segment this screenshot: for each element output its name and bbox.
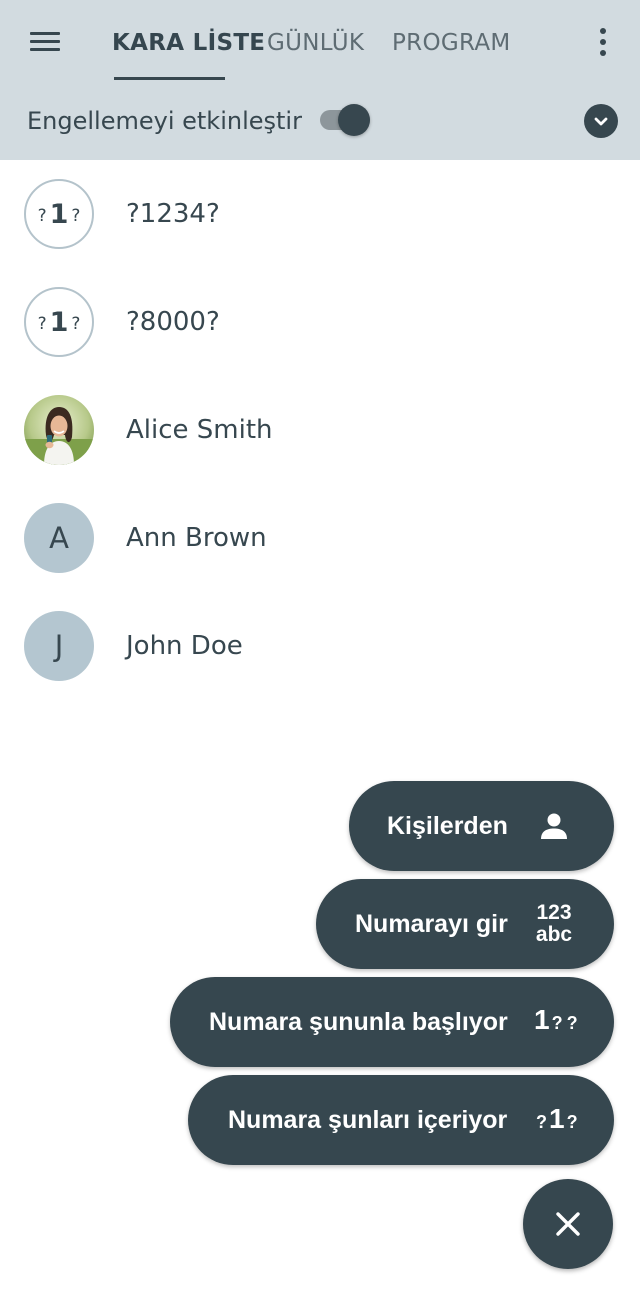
person-icon — [539, 811, 569, 845]
blocking-toggle[interactable] — [318, 102, 374, 138]
starts-with-icon: 1?? — [534, 1004, 578, 1035]
list-item[interactable]: ? 1? ?1234? — [0, 160, 640, 268]
contact-photo-avatar — [24, 395, 94, 465]
chevron-down-icon[interactable] — [584, 104, 618, 138]
close-fab-button[interactable] — [523, 1179, 613, 1269]
keypad-text-icon: 123 abc — [534, 902, 574, 946]
number-starts-with-button[interactable]: Numara şununla başlıyor 1?? — [170, 977, 614, 1067]
tab-schedule[interactable]: PROGRAM — [392, 28, 511, 62]
entry-name: John Doe — [126, 631, 243, 661]
tab-log[interactable]: GÜNLÜK — [267, 28, 364, 62]
entry-name: ?8000? — [126, 307, 220, 337]
letter-avatar: J — [24, 611, 94, 681]
contains-pattern-icon: ? 1? — [37, 306, 81, 338]
list-item[interactable]: Alice Smith — [0, 376, 640, 484]
list-item[interactable]: J John Doe — [0, 592, 640, 700]
enter-number-button[interactable]: Numarayı gir 123 abc — [316, 879, 614, 969]
keypad-icon-bottom-text: abc — [535, 923, 573, 946]
list-item[interactable]: A Ann Brown — [0, 484, 640, 592]
number-pattern-avatar: ? 1? — [24, 287, 94, 357]
blocking-toggle-label: Engellemeyi etkinleştir — [27, 107, 302, 135]
entry-name: Ann Brown — [126, 523, 267, 553]
entry-name: ?1234? — [126, 199, 220, 229]
add-from-contacts-button[interactable]: Kişilerden — [349, 781, 614, 871]
menu-icon[interactable] — [24, 26, 66, 58]
number-contains-button[interactable]: Numara şunları içeriyor ? 1? — [188, 1075, 614, 1165]
fab-item-label: Numara şununla başlıyor — [209, 1008, 508, 1036]
contains-pattern-icon: ? 1? — [37, 198, 81, 230]
fab-item-label: Kişilerden — [387, 812, 508, 840]
keypad-icon-top-text: 123 — [536, 901, 572, 924]
close-icon — [556, 1212, 580, 1236]
fab-item-label: Numara şunları içeriyor — [228, 1106, 508, 1134]
fab-item-label: Numarayı gir — [355, 910, 508, 938]
number-pattern-avatar: ? 1? — [24, 179, 94, 249]
app-bar: KARA LİSTE GÜNLÜK PROGRAM Engellemeyi et… — [0, 0, 640, 160]
more-options-icon[interactable] — [588, 26, 618, 58]
tab-blacklist[interactable]: KARA LİSTE — [112, 28, 265, 62]
letter-avatar: A — [24, 503, 94, 573]
toggle-knob — [338, 104, 370, 136]
active-tab-indicator — [114, 77, 225, 80]
contains-icon: ? 1? — [536, 1103, 578, 1134]
list-item[interactable]: ? 1? ?8000? — [0, 268, 640, 376]
entry-name: Alice Smith — [126, 415, 273, 445]
